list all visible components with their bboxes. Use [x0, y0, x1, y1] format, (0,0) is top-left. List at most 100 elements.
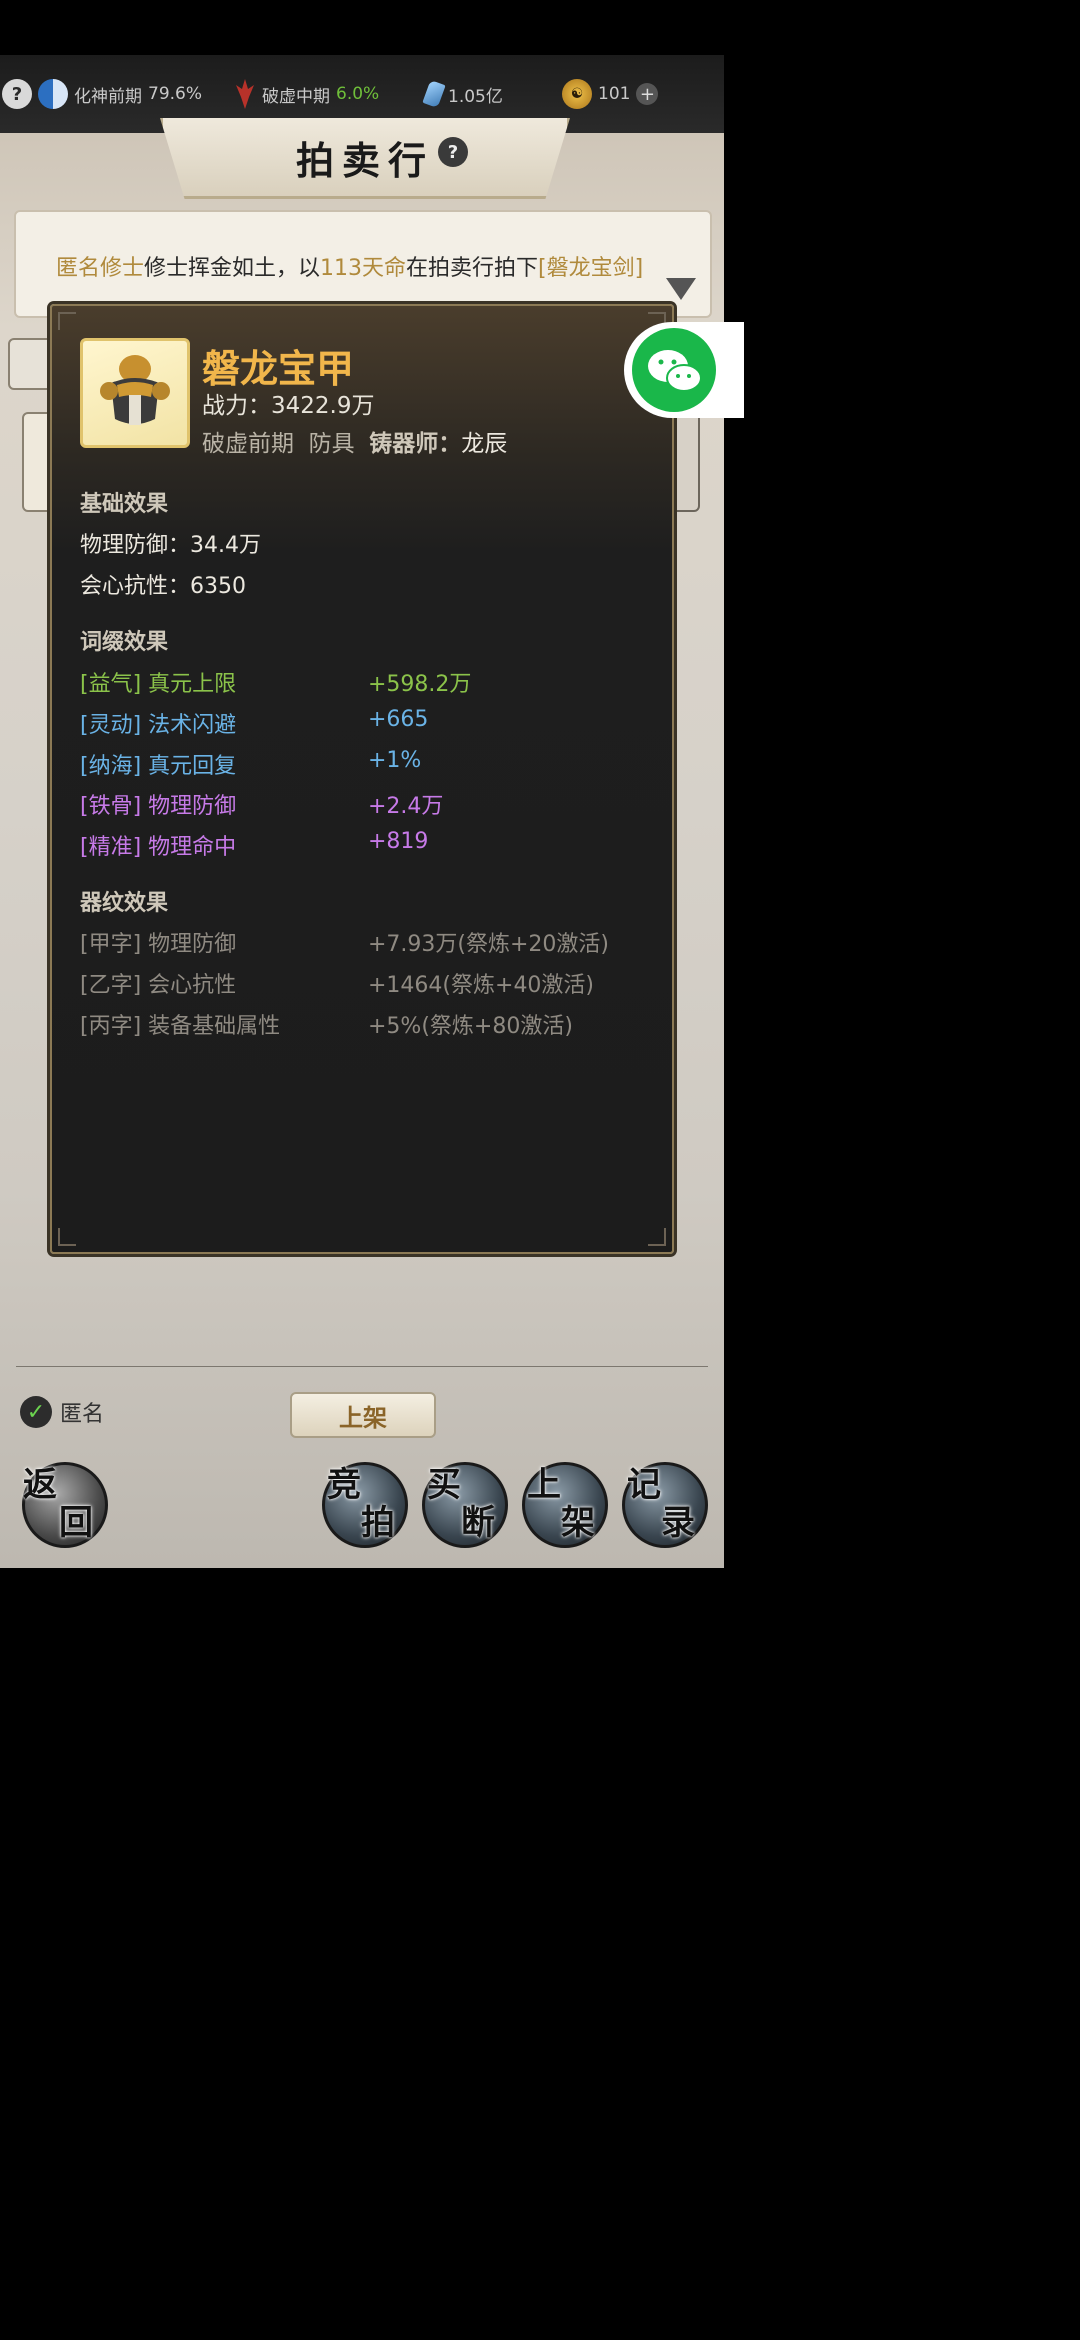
back-char-2: 回: [59, 1503, 93, 1543]
checkmark-icon: ✓: [20, 1396, 52, 1428]
affix-stat: 真元上限: [148, 672, 237, 697]
expand-arrow-icon[interactable]: [666, 278, 696, 300]
pattern-stat: 会心抗性: [148, 973, 237, 998]
notice-text: 匿名修士修士挥金如土，以113天命在拍卖行拍下[磐龙宝剑]: [56, 250, 643, 282]
anonymous-toggle[interactable]: ✓ 匿名: [20, 1396, 104, 1428]
affix-value: +819: [368, 829, 429, 854]
item-power: 战力：3422.9万: [202, 386, 374, 420]
pattern-tag: [甲字]: [80, 932, 142, 957]
corner-ornament: [648, 1228, 666, 1246]
base-effect-label: 会心抗性：: [80, 574, 191, 599]
flame-icon: [236, 79, 254, 109]
affix-stat: 真元回复: [148, 754, 237, 779]
affix-tag: [精准]: [80, 835, 142, 860]
base-effects-title: 基础效果: [80, 492, 169, 517]
corner-ornament: [58, 312, 76, 330]
affix-value: +1%: [368, 748, 422, 773]
affix-tag: [纳海]: [80, 754, 142, 779]
power-value: 3422.9万: [271, 393, 375, 419]
crystal-icon: [422, 79, 446, 109]
affix-tag: [灵动]: [80, 713, 142, 738]
spirit-stones-value: 1.05亿: [448, 86, 503, 107]
pattern-value: +1464(祭炼+40激活): [368, 973, 595, 998]
shelve-char-1: 上: [527, 1465, 561, 1505]
auction-button[interactable]: 竞 拍: [322, 1462, 408, 1548]
auction-char-2: 拍: [361, 1503, 395, 1543]
affix-row: [铁骨] 物理防御 +2.4万: [80, 788, 443, 820]
back-button[interactable]: 返 回: [22, 1462, 108, 1548]
notice-price: 113天命: [320, 256, 407, 281]
base-effect-value: 34.4万: [190, 533, 262, 558]
affix-stat: 法术闪避: [148, 713, 237, 738]
title-banner: 拍卖行: [160, 118, 570, 199]
notice-anon: 匿名修士: [56, 256, 145, 281]
realm-percent: 79.6%: [148, 84, 203, 104]
pattern-tag: [丙字]: [80, 1014, 142, 1039]
armor-icon: [100, 355, 170, 425]
affix-stat: 物理命中: [148, 835, 237, 860]
coins-indicator[interactable]: ☯ 101 +: [562, 79, 659, 109]
coins-value: 101: [598, 84, 631, 104]
buyout-char-2: 断: [461, 1503, 495, 1543]
anonymous-label: 匿名: [60, 1402, 105, 1427]
pattern-stat: 装备基础属性: [148, 1014, 281, 1039]
smith-name: 龙辰: [461, 431, 508, 457]
back-char-1: 返: [23, 1465, 57, 1505]
shelve-char-2: 架: [561, 1503, 595, 1543]
pattern-stat: 物理防御: [148, 932, 237, 957]
item-name: 磐龙宝甲: [202, 347, 355, 391]
pattern-effects-title: 器纹效果: [80, 891, 169, 916]
power-label: 战力：: [202, 393, 271, 419]
pattern-tag: [乙字]: [80, 973, 142, 998]
pattern-value: +7.93万(祭炼+20激活): [368, 932, 610, 957]
affix-row: [灵动] 法术闪避 +665: [80, 707, 428, 739]
auction-notice: 匿名修士修士挥金如土，以113天命在拍卖行拍下[磐龙宝剑]: [14, 210, 712, 318]
affix-tag: [益气]: [80, 672, 142, 697]
affix-value: +2.4万: [368, 794, 444, 819]
wechat-icon: [632, 328, 716, 412]
divider: [16, 1366, 708, 1367]
coin-icon: ☯: [562, 79, 592, 109]
list-item-button[interactable]: 上架: [290, 1392, 436, 1438]
affix-stat: 物理防御: [148, 794, 237, 819]
realm-indicator[interactable]: 化神前期 79.6%: [38, 79, 202, 109]
corner-ornament: [58, 1228, 76, 1246]
pattern-row: [乙字] 会心抗性 +1464(祭炼+40激活): [80, 967, 594, 999]
notice-text1: 修士挥金如土，以: [144, 256, 321, 281]
item-type: 防具: [308, 431, 355, 457]
affix-row: [纳海] 真元回复 +1%: [80, 748, 421, 780]
notice-text2: 在拍卖行拍下: [406, 256, 539, 281]
base-effect-row: 物理防御：34.4万: [80, 527, 261, 559]
records-char-2: 录: [661, 1503, 695, 1543]
base-effect-value: 6350: [190, 574, 247, 599]
realm2-percent: 6.0%: [336, 84, 380, 104]
base-effect-row: 会心抗性：6350: [80, 568, 246, 600]
item-realm: 破虚前期: [202, 431, 294, 457]
affix-row: [益气] 真元上限 +598.2万: [80, 666, 471, 698]
buyout-char-1: 买: [427, 1465, 461, 1505]
pattern-value: +5%(祭炼+80激活): [368, 1014, 573, 1039]
shelve-button[interactable]: 上 架: [522, 1462, 608, 1548]
realm2-indicator[interactable]: 破虚中期 6.0%: [234, 79, 379, 109]
wechat-float-button[interactable]: [624, 322, 744, 418]
page-title: 拍卖行: [295, 137, 434, 183]
affix-effects-title: 词缀效果: [80, 630, 169, 655]
base-effect-label: 物理防御：: [80, 533, 191, 558]
notice-item: [磐龙宝剑]: [538, 256, 644, 281]
records-char-1: 记: [627, 1465, 661, 1505]
help-icon: ?: [2, 79, 32, 109]
records-button[interactable]: 记 录: [622, 1462, 708, 1548]
smith-label: 铸器师：: [369, 431, 462, 457]
title-help-icon[interactable]: ?: [438, 137, 468, 167]
item-meta: 破虚前期 防具 铸器师：龙辰: [202, 424, 507, 458]
spirit-stones-indicator[interactable]: 1.05亿: [422, 79, 503, 109]
yinyang-icon: [38, 79, 68, 109]
buyout-button[interactable]: 买 断: [422, 1462, 508, 1548]
affix-value: +665: [368, 707, 429, 732]
realm-label: 化神前期: [74, 86, 142, 107]
plus-icon[interactable]: +: [636, 83, 659, 105]
help-button[interactable]: ?: [2, 79, 32, 109]
affix-row: [精准] 物理命中 +819: [80, 829, 428, 861]
pattern-row: [丙字] 装备基础属性 +5%(祭炼+80激活): [80, 1008, 573, 1040]
affix-tag: [铁骨]: [80, 794, 142, 819]
